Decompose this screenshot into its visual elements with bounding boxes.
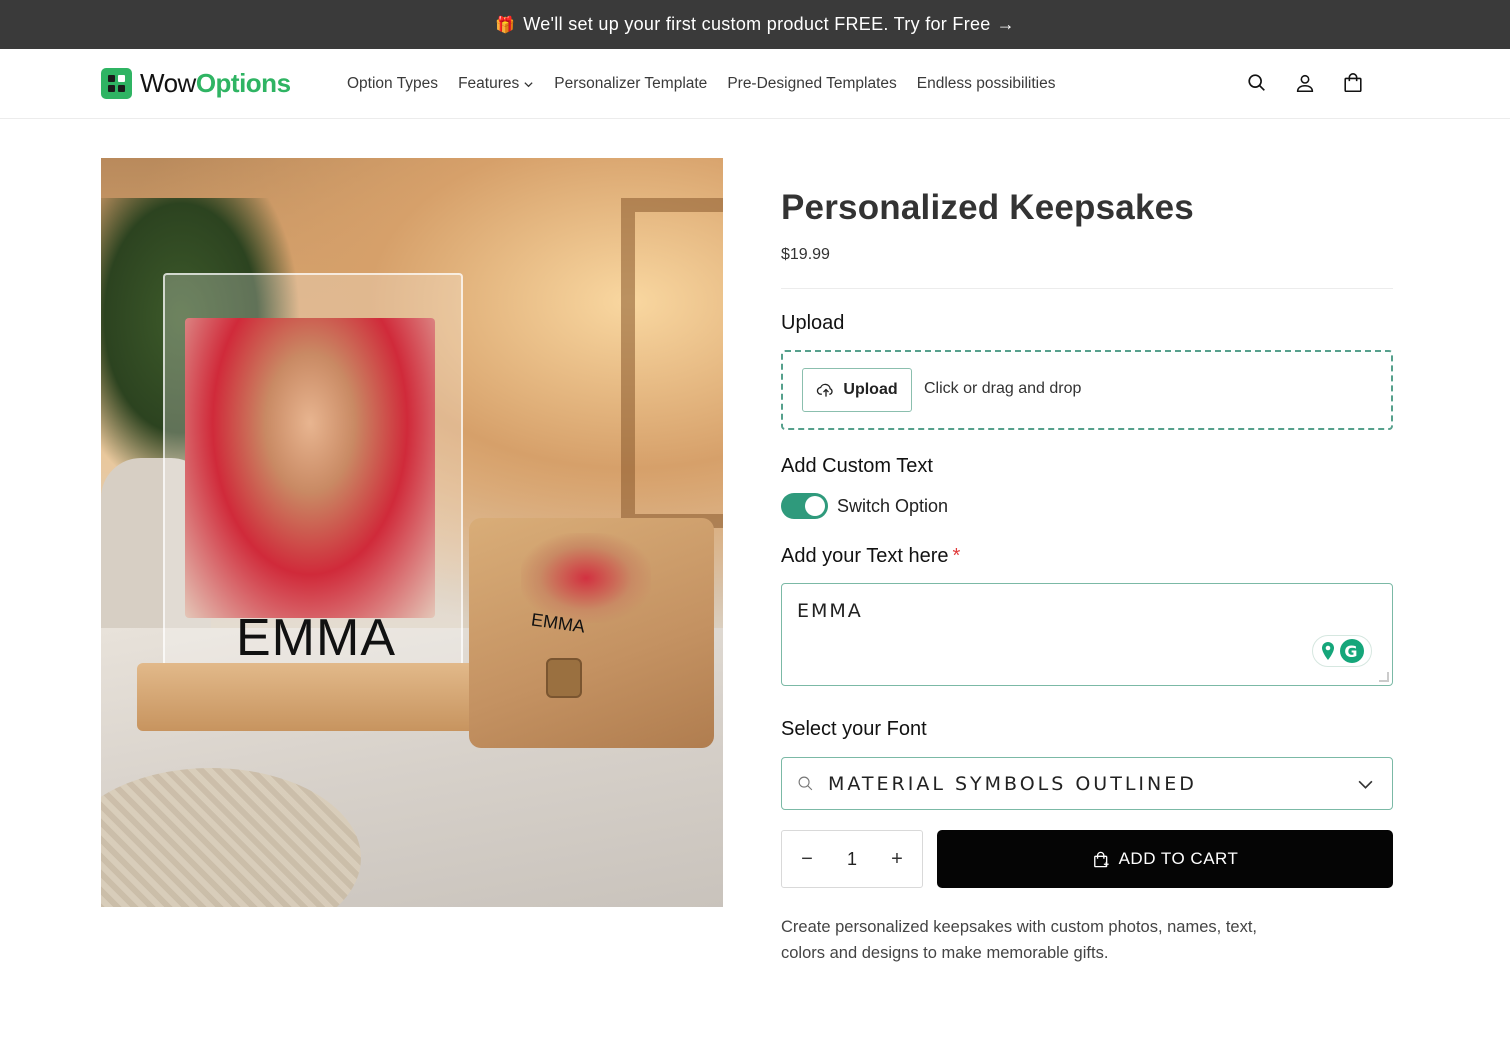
- quantity-increase-button[interactable]: +: [888, 848, 906, 871]
- mirror-frame: [621, 198, 723, 528]
- text-field-label-text: Add your Text here: [781, 545, 949, 567]
- cloud-upload-icon: [817, 383, 833, 397]
- gift-icon: 🎁: [495, 16, 516, 34]
- wooden-base: [137, 663, 482, 731]
- custom-text-label: Add Custom Text: [781, 455, 933, 477]
- announcement-bar[interactable]: 🎁 We'll set up your first custom product…: [0, 0, 1510, 49]
- upload-button-label: Upload: [843, 381, 898, 398]
- main-nav: Option Types Features Personalizer Templ…: [347, 49, 1055, 119]
- acrylic-name-text: EMMA: [236, 609, 396, 667]
- font-select-value: MATERIAL SYMBOLS OUTLINED: [828, 772, 1197, 795]
- family-photo: [185, 318, 435, 618]
- product-image[interactable]: EMMA EMMA: [101, 158, 723, 907]
- nav-features[interactable]: Features: [458, 75, 534, 93]
- font-select[interactable]: MATERIAL SYMBOLS OUTLINED: [781, 757, 1393, 810]
- search-icon: [798, 776, 813, 791]
- chevron-down-icon: [524, 81, 533, 87]
- switch-option-toggle[interactable]: [781, 493, 828, 519]
- chevron-down-icon: [1358, 780, 1373, 789]
- custom-text-input[interactable]: EMMA G: [781, 583, 1393, 686]
- upload-dropzone[interactable]: Upload Click or drag and drop: [781, 350, 1393, 430]
- logo-word-options: Options: [195, 68, 291, 98]
- upload-button[interactable]: Upload: [802, 368, 912, 412]
- nav-personalizer-template[interactable]: Personalizer Template: [554, 75, 707, 93]
- site-header: WowOptions Option Types Features Persona…: [0, 49, 1510, 119]
- grammarly-icon: G: [1340, 639, 1364, 663]
- upload-hint: Click or drag and drop: [924, 380, 1082, 397]
- custom-text-value: EMMA: [797, 600, 863, 622]
- box-clasp: [546, 658, 582, 698]
- upload-label: Upload: [781, 312, 845, 334]
- logo-icon: [101, 68, 132, 99]
- cart-icon[interactable]: [1342, 72, 1364, 94]
- quantity-stepper: − 1 +: [781, 830, 923, 888]
- resize-handle-icon[interactable]: [1379, 672, 1389, 682]
- required-mark: *: [952, 545, 961, 567]
- add-to-cart-button[interactable]: ADD TO CART: [937, 830, 1393, 888]
- text-field-label: Add your Text here *: [781, 545, 960, 568]
- cart-add-icon: [1093, 851, 1109, 867]
- quantity-value[interactable]: 1: [847, 849, 857, 870]
- nav-endless-possibilities[interactable]: Endless possibilities: [917, 75, 1056, 93]
- grammarly-widget[interactable]: G: [1312, 635, 1372, 667]
- quantity-decrease-button[interactable]: −: [798, 848, 816, 871]
- announcement-text[interactable]: We'll set up your first custom product F…: [523, 14, 990, 35]
- switch-option-label: Switch Option: [837, 495, 949, 516]
- divider: [781, 288, 1393, 289]
- nav-option-types[interactable]: Option Types: [347, 75, 438, 93]
- nav-features-label: Features: [458, 75, 520, 92]
- account-icon[interactable]: [1294, 72, 1316, 94]
- location-pin-icon: [1322, 642, 1334, 660]
- switch-option-row: Switch Option: [781, 493, 948, 519]
- arrow-right-icon: →: [996, 14, 1015, 34]
- add-to-cart-label: ADD TO CART: [1118, 849, 1239, 868]
- font-label: Select your Font: [781, 718, 927, 740]
- logo[interactable]: WowOptions: [101, 68, 291, 99]
- header-icons: [1246, 72, 1364, 94]
- search-icon[interactable]: [1246, 72, 1268, 94]
- product-title: Personalized Keepsakes: [781, 188, 1194, 227]
- logo-text: WowOptions: [140, 68, 291, 99]
- nav-pre-designed-templates[interactable]: Pre-Designed Templates: [727, 75, 896, 93]
- product-description: Create personalized keepsakes with custo…: [781, 918, 1257, 962]
- product-price: $19.99: [781, 246, 830, 263]
- logo-word-wow: Wow: [140, 68, 196, 98]
